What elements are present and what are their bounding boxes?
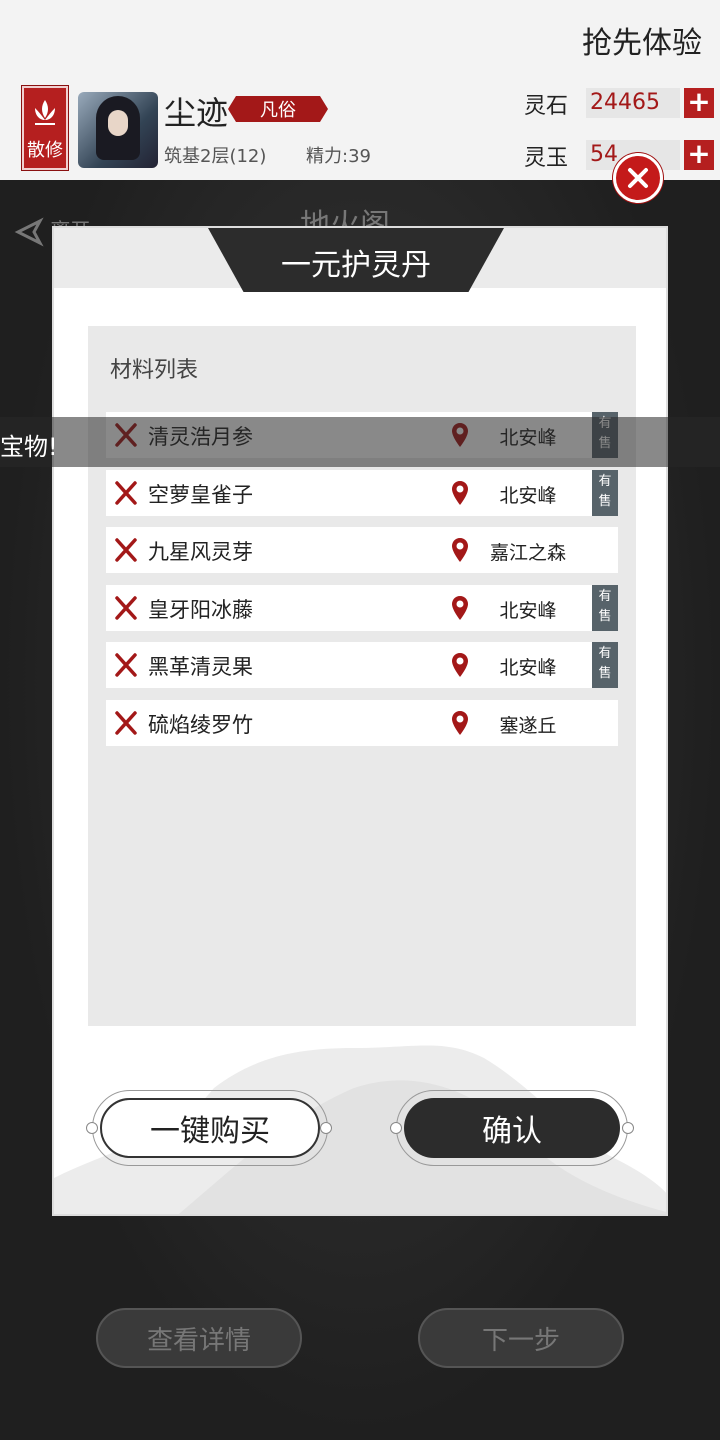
on-sale-badge[interactable]: 有售	[592, 469, 618, 516]
close-icon	[628, 168, 648, 188]
add-spirit-jade-button[interactable]: +	[684, 140, 714, 170]
confirm-button[interactable]: 确认	[404, 1098, 620, 1158]
missing-x-icon	[115, 480, 137, 505]
material-name: 空萝皇雀子	[148, 482, 253, 507]
view-details-button: 查看详情	[96, 1308, 302, 1368]
spirit-jade-label: 灵玉	[524, 146, 569, 171]
class-badge-label: 散修	[27, 140, 63, 161]
lotus-icon	[35, 100, 55, 125]
material-name: 皇牙阳冰藤	[148, 597, 253, 622]
rank-badge: 凡俗	[228, 96, 328, 122]
back-arrow-icon	[14, 217, 44, 246]
material-location: 北安峰	[499, 484, 557, 507]
early-access-link[interactable]: 抢先体验	[582, 18, 702, 62]
missing-x-icon	[115, 538, 137, 562]
material-row[interactable]: 九星风灵芽 嘉江之森	[106, 527, 618, 573]
material-name: 硫焰绫罗竹	[148, 712, 253, 737]
material-list-title: 材料列表	[110, 358, 199, 383]
buy-all-button[interactable]: 一键购买	[100, 1098, 320, 1158]
spirit-stone-label: 灵石	[524, 94, 569, 119]
toast-banner: 宝物!	[0, 417, 720, 467]
energy-stat: 精力:39	[306, 146, 371, 167]
material-location: 塞遂丘	[499, 714, 557, 737]
recipe-dialog: 一元护灵丹 材料列表 清灵浩月参北安峰有售空萝皇雀子北安峰有售九星风灵芽嘉江之森…	[52, 226, 668, 1216]
missing-x-icon	[115, 710, 137, 735]
location-pin-icon[interactable]	[451, 595, 469, 621]
material-row[interactable]: 皇牙阳冰藤 北安峰 有售	[106, 584, 618, 631]
location-pin-icon[interactable]	[451, 652, 469, 678]
spirit-stone-value: 24465	[586, 88, 680, 118]
location-pin-icon[interactable]	[451, 537, 469, 563]
on-sale-badge[interactable]: 有售	[592, 584, 618, 631]
missing-x-icon	[115, 653, 137, 677]
material-name: 黑革清灵果	[148, 655, 253, 679]
player-name: 尘迹	[164, 94, 229, 132]
next-step-button: 下一步	[418, 1308, 624, 1368]
on-sale-badge[interactable]: 有售	[592, 642, 618, 688]
material-location: 嘉江之森	[489, 542, 566, 564]
material-name: 九星风灵芽	[148, 540, 253, 564]
missing-x-icon	[115, 595, 137, 620]
avatar[interactable]	[78, 92, 158, 168]
class-badge: 散修	[21, 85, 69, 171]
dialog-title: 一元护灵丹	[281, 248, 431, 283]
material-row[interactable]: 硫焰绫罗竹 塞遂丘	[106, 699, 618, 746]
toast-text: 宝物!	[0, 433, 58, 461]
material-location: 北安峰	[499, 599, 557, 622]
location-pin-icon[interactable]	[451, 710, 469, 736]
location-pin-icon[interactable]	[451, 480, 469, 506]
material-location: 北安峰	[499, 657, 557, 679]
realm-level: 筑基2层(12)	[164, 146, 267, 167]
material-row[interactable]: 空萝皇雀子 北安峰 有售	[106, 469, 618, 516]
material-row[interactable]: 黑革清灵果 北安峰 有售	[106, 642, 618, 688]
close-button[interactable]	[613, 153, 663, 203]
add-spirit-stone-button[interactable]: +	[684, 88, 714, 118]
